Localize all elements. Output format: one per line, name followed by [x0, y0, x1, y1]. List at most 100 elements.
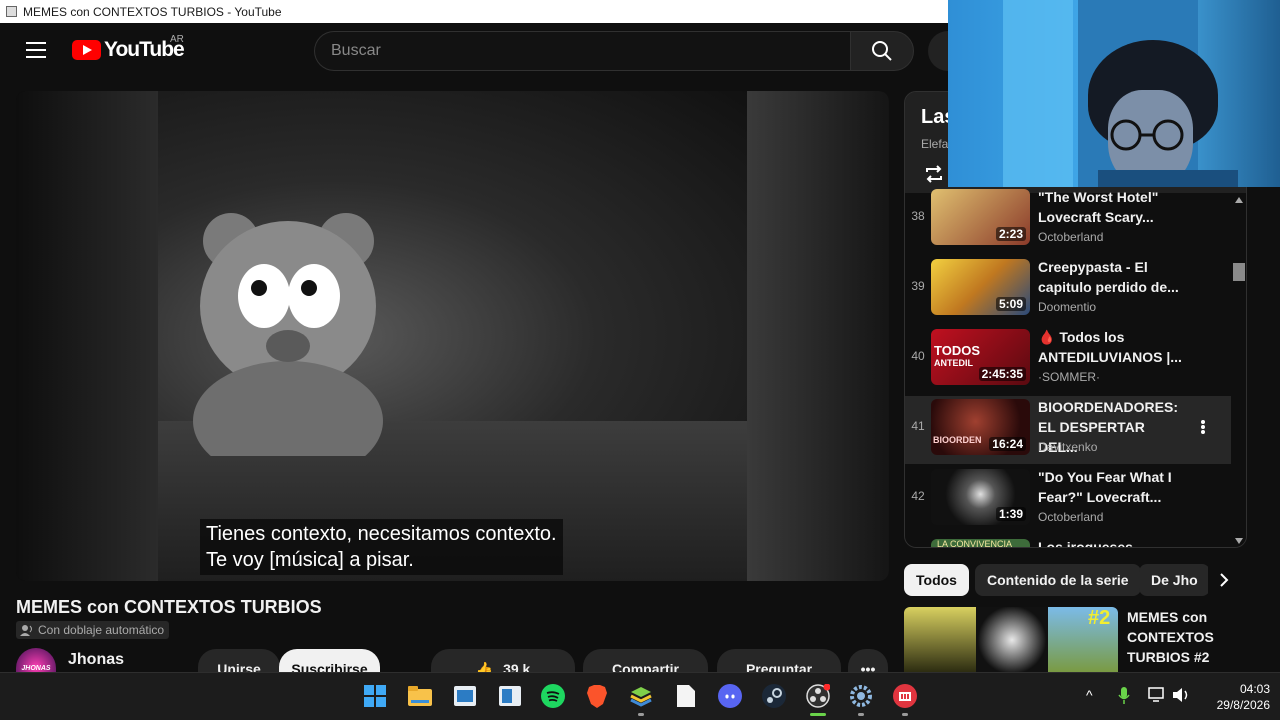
playlist-item-index: 42	[911, 489, 925, 503]
subtitle-caption: Tienes contexto, necesitamos contexto. T…	[200, 519, 563, 575]
playlist-item-duration: 1:39	[995, 507, 1026, 521]
file-explorer-icon[interactable]	[407, 683, 433, 709]
more-options-icon[interactable]	[1195, 417, 1211, 437]
app-icon	[6, 6, 17, 17]
chevron-right-icon[interactable]	[1208, 564, 1240, 596]
playlist-item-title: 🩸 Todos los ANTEDILUVIANOS |...	[1038, 329, 1182, 365]
recommendation-thumbnail[interactable]: #2	[904, 607, 1118, 673]
playlist-item[interactable]: 38 2:23 "The Worst Hotel" Lovecraft Scar…	[905, 186, 1231, 254]
chip-series-content[interactable]: Contenido de la serie	[975, 564, 1141, 596]
playlist-item[interactable]: 40 TODOS ANTEDIL 2:45:35 🩸 Todos los ANT…	[905, 326, 1231, 394]
search-input[interactable]: Buscar	[314, 31, 850, 71]
playlist-item[interactable]: 42 1:39 "Do You Fear What I Fear?" Lovec…	[905, 466, 1231, 534]
search-icon	[872, 41, 892, 61]
rec-thumb-badge: #2	[1088, 607, 1111, 629]
brave-browser-icon[interactable]	[584, 683, 610, 709]
region-code: AR	[170, 34, 184, 45]
dub-badge-label: Con doblaje automático	[38, 623, 165, 637]
youtube-logo[interactable]: YouTube AR	[72, 34, 185, 62]
hamburger-menu-icon[interactable]	[26, 42, 46, 58]
spotify-icon[interactable]	[540, 683, 566, 709]
network-icon[interactable]	[1148, 687, 1166, 706]
subscribe-button[interactable]: Suscribirse	[279, 649, 380, 673]
scroll-up-arrow-icon[interactable]	[1235, 197, 1243, 203]
playlist-item-thumbnail: TODOS ANTEDIL 2:45:35	[931, 329, 1030, 385]
channel-name[interactable]: Jhonas	[68, 651, 124, 669]
playlist-item-index: 40	[911, 349, 925, 363]
thumbnail-text: BIOORDEN	[933, 435, 982, 445]
playlist-item-thumbnail: LA CONVIVENCIA	[931, 539, 1030, 548]
playlist-item[interactable]: 39 5:09 Creepypasta - El capitulo perdid…	[905, 256, 1231, 324]
app-window-icon[interactable]	[452, 683, 478, 709]
running-indicator	[902, 713, 908, 716]
dub-badge: Con doblaje automático	[16, 621, 170, 639]
youtube-play-icon	[72, 40, 101, 60]
recommendation-title[interactable]: MEMES con CONTEXTOS TURBIOS #2	[1127, 607, 1247, 667]
video-title: MEMES con CONTEXTOS TURBIOS	[16, 597, 322, 617]
scroll-down-arrow-icon[interactable]	[1235, 538, 1243, 544]
running-indicator	[638, 713, 644, 716]
playlist-item-channel: Octoberland	[1038, 230, 1104, 244]
webcam-person-shirt	[1098, 170, 1238, 187]
chip-from-channel[interactable]: De Jho	[1139, 564, 1210, 596]
playlist-items: 38 2:23 "The Worst Hotel" Lovecraft Scar…	[905, 189, 1246, 548]
obs-studio-icon[interactable]	[805, 683, 831, 709]
playlist-item-thumbnail: BIOORDEN 16:24	[931, 399, 1030, 455]
playlist-item-duration: 5:09	[995, 297, 1026, 311]
ask-button[interactable]: Preguntar	[717, 649, 841, 673]
steam-icon[interactable]	[761, 683, 787, 709]
join-button[interactable]: Unirse	[198, 649, 280, 673]
playlist-item-thumbnail: 1:39	[931, 469, 1030, 525]
microphone-icon[interactable]	[1118, 687, 1130, 708]
loop-icon[interactable]	[923, 163, 945, 185]
playlist-item-title: Los iroqueses -	[1038, 539, 1142, 548]
playlist-item-title: Creepypasta - El capitulo perdido de...	[1038, 259, 1179, 295]
playlist-item-channel: ·SOMMER·	[1038, 370, 1100, 384]
player-blur-left	[16, 91, 158, 581]
rec-thumb-part	[976, 607, 1048, 673]
volume-icon[interactable]	[1172, 687, 1190, 706]
share-button[interactable]: Compartir	[583, 649, 708, 673]
playlist-item-title: "Do You Fear What I Fear?" Lovecraft...	[1038, 469, 1172, 505]
chip-all[interactable]: Todos	[904, 564, 969, 596]
document-icon[interactable]	[673, 683, 699, 709]
active-app-indicator	[810, 713, 826, 716]
search-button[interactable]	[850, 31, 914, 71]
like-dislike-group[interactable]: 👍 39 k	[431, 649, 575, 673]
voice-dub-icon	[20, 625, 32, 636]
settings-gear-icon[interactable]	[848, 683, 874, 709]
red-app-icon[interactable]	[892, 683, 918, 709]
playlist-item-title: "The Worst Hotel" Lovecraft Scary...	[1038, 189, 1159, 225]
playlist-item-thumbnail: 2:23	[931, 189, 1030, 245]
bluestacks-icon[interactable]	[628, 683, 654, 709]
playlist-item-hovered[interactable]: 41 BIOORDEN 16:24 BIOORDENADORES: EL DES…	[905, 396, 1231, 464]
playlist-scrollbar[interactable]	[1231, 193, 1246, 547]
webcam-background	[1003, 0, 1073, 187]
more-actions-button[interactable]: •••	[848, 649, 888, 673]
webcam-overlay	[948, 0, 1280, 187]
windows-taskbar: ^ 04:03 29/8/2026	[0, 672, 1280, 720]
channel-avatar-text: JHONAS	[21, 665, 51, 672]
rec-thumb-part	[904, 607, 976, 673]
thumbnail-text: LA CONVIVENCIA	[937, 539, 1013, 548]
discord-icon[interactable]	[717, 683, 743, 709]
clock-date: 29/8/2026	[1216, 698, 1270, 712]
channel-avatar[interactable]: JHONAS	[16, 648, 56, 672]
playlist-item-index: 41	[911, 419, 925, 433]
scrollbar-thumb[interactable]	[1233, 263, 1245, 281]
clock-time: 04:03	[1239, 682, 1270, 696]
tray-overflow-chevron-icon[interactable]: ^	[1086, 687, 1093, 703]
video-player[interactable]: Tienes contexto, necesitamos contexto. T…	[16, 91, 889, 581]
system-clock[interactable]: 04:03 29/8/2026	[1196, 681, 1270, 713]
playlist-item-duration: 2:23	[995, 227, 1026, 241]
windows-start-icon[interactable]	[362, 683, 388, 709]
playlist-owner[interactable]: Elefa	[921, 137, 948, 151]
filter-chips: Todos Contenido de la serie De Jho	[904, 564, 1247, 596]
playlist-item-duration: 2:45:35	[978, 367, 1026, 381]
window-title: MEMES con CONTEXTOS TURBIOS - YouTube	[23, 4, 282, 19]
playlist-item[interactable]: LA CONVIVENCIA Los iroqueses -	[905, 536, 1231, 548]
playlist-item-index: 39	[911, 279, 925, 293]
playlist-item-duration: 16:24	[989, 437, 1026, 451]
playlist-item-channel: Davitxenko	[1038, 440, 1098, 454]
app-window-2-icon[interactable]	[497, 683, 523, 709]
